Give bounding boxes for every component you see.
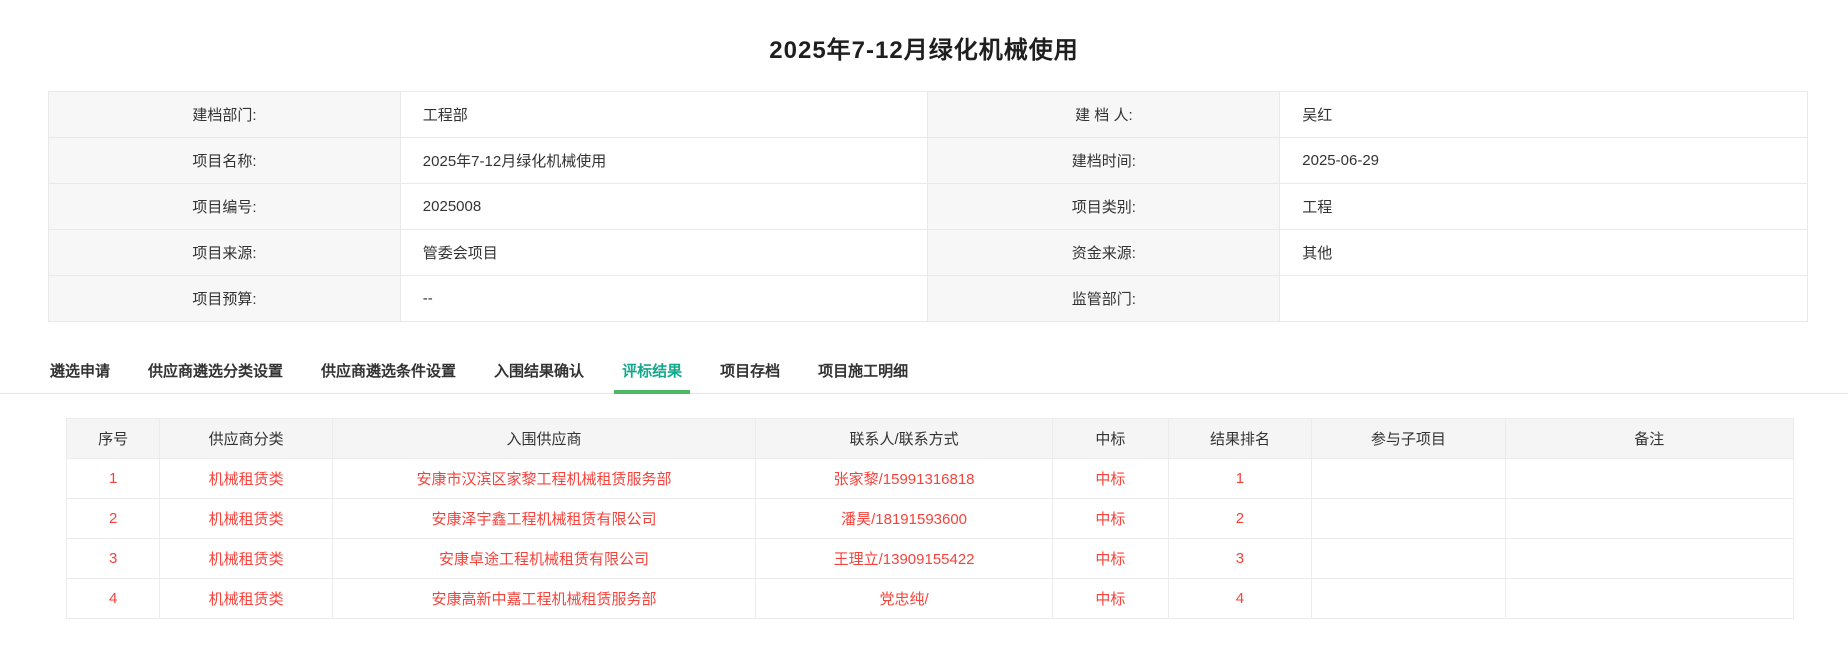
info-value-project-no: 2025008	[400, 184, 928, 230]
cell-subproject	[1312, 579, 1505, 619]
cell-subproject	[1312, 459, 1505, 499]
info-value-project-name: 2025年7-12月绿化机械使用	[400, 138, 928, 184]
tab-shortlist-confirmation[interactable]: 入围结果确认	[492, 352, 586, 393]
cell-contact: 党忠纯/	[756, 579, 1053, 619]
results-table: 序号 供应商分类 入围供应商 联系人/联系方式 中标 结果排名 参与子项目 备注…	[66, 418, 1794, 619]
cell-supplier: 安康市汉滨区家黎工程机械租赁服务部	[332, 459, 755, 499]
info-label-project-no: 项目编号:	[49, 184, 401, 230]
page: 2025年7-12月绿化机械使用 建档部门: 工程部 建 档 人: 吴红 项目名…	[0, 0, 1848, 669]
cell-rank: 3	[1168, 539, 1311, 579]
cell-rank: 2	[1168, 499, 1311, 539]
cell-supplier: 安康泽宇鑫工程机械租赁有限公司	[332, 499, 755, 539]
cell-contact: 张家黎/15991316818	[756, 459, 1053, 499]
col-remark: 备注	[1505, 419, 1793, 459]
tab-bar: 遴选申请 供应商遴选分类设置 供应商遴选条件设置 入围结果确认 评标结果 项目存…	[0, 352, 1848, 394]
col-subproject: 参与子项目	[1312, 419, 1505, 459]
cell-win: 中标	[1053, 579, 1169, 619]
table-row: 4 机械租赁类 安康高新中嘉工程机械租赁服务部 党忠纯/ 中标 4	[67, 579, 1794, 619]
table-row: 1 机械租赁类 安康市汉滨区家黎工程机械租赁服务部 张家黎/1599131681…	[67, 459, 1794, 499]
cell-category: 机械租赁类	[160, 499, 333, 539]
tab-evaluation-results[interactable]: 评标结果	[620, 352, 684, 393]
info-value-budget: --	[400, 276, 928, 322]
cell-supplier: 安康卓途工程机械租赁有限公司	[332, 539, 755, 579]
page-title: 2025年7-12月绿化机械使用	[0, 0, 1848, 65]
info-label-category: 项目类别:	[928, 184, 1280, 230]
info-value-funding: 其他	[1280, 230, 1808, 276]
tab-project-archive[interactable]: 项目存档	[718, 352, 782, 393]
info-row: 项目来源: 管委会项目 资金来源: 其他	[49, 230, 1808, 276]
info-value-create-time: 2025-06-29	[1280, 138, 1808, 184]
info-row: 建档部门: 工程部 建 档 人: 吴红	[49, 92, 1808, 138]
cell-category: 机械租赁类	[160, 539, 333, 579]
cell-category: 机械租赁类	[160, 459, 333, 499]
table-header-row: 序号 供应商分类 入围供应商 联系人/联系方式 中标 结果排名 参与子项目 备注	[67, 419, 1794, 459]
info-label-budget: 项目预算:	[49, 276, 401, 322]
cell-subproject	[1312, 539, 1505, 579]
cell-subproject	[1312, 499, 1505, 539]
cell-remark	[1505, 459, 1793, 499]
info-label-funding: 资金来源:	[928, 230, 1280, 276]
col-win: 中标	[1053, 419, 1169, 459]
cell-seq: 4	[67, 579, 160, 619]
info-label-create-time: 建档时间:	[928, 138, 1280, 184]
cell-remark	[1505, 539, 1793, 579]
info-row: 项目名称: 2025年7-12月绿化机械使用 建档时间: 2025-06-29	[49, 138, 1808, 184]
col-seq: 序号	[67, 419, 160, 459]
cell-remark	[1505, 579, 1793, 619]
cell-remark	[1505, 499, 1793, 539]
info-value-dept: 工程部	[400, 92, 928, 138]
project-info-table: 建档部门: 工程部 建 档 人: 吴红 项目名称: 2025年7-12月绿化机械…	[48, 91, 1808, 322]
tab-supplier-category-settings[interactable]: 供应商遴选分类设置	[146, 352, 285, 393]
table-row: 3 机械租赁类 安康卓途工程机械租赁有限公司 王理立/13909155422 中…	[67, 539, 1794, 579]
cell-seq: 2	[67, 499, 160, 539]
info-row: 项目预算: -- 监管部门:	[49, 276, 1808, 322]
info-label-regulator: 监管部门:	[928, 276, 1280, 322]
info-value-category: 工程	[1280, 184, 1808, 230]
cell-win: 中标	[1053, 499, 1169, 539]
info-value-regulator	[1280, 276, 1808, 322]
info-row: 项目编号: 2025008 项目类别: 工程	[49, 184, 1808, 230]
col-contact: 联系人/联系方式	[756, 419, 1053, 459]
cell-seq: 3	[67, 539, 160, 579]
cell-category: 机械租赁类	[160, 579, 333, 619]
cell-win: 中标	[1053, 459, 1169, 499]
tab-construction-details[interactable]: 项目施工明细	[816, 352, 910, 393]
cell-rank: 4	[1168, 579, 1311, 619]
tab-supplier-condition-settings[interactable]: 供应商遴选条件设置	[319, 352, 458, 393]
info-label-project-name: 项目名称:	[49, 138, 401, 184]
col-shortlisted-supplier: 入围供应商	[332, 419, 755, 459]
cell-contact: 王理立/13909155422	[756, 539, 1053, 579]
cell-contact: 潘昊/18191593600	[756, 499, 1053, 539]
cell-win: 中标	[1053, 539, 1169, 579]
info-label-creator: 建 档 人:	[928, 92, 1280, 138]
cell-supplier: 安康高新中嘉工程机械租赁服务部	[332, 579, 755, 619]
cell-rank: 1	[1168, 459, 1311, 499]
col-supplier-category: 供应商分类	[160, 419, 333, 459]
info-label-source: 项目来源:	[49, 230, 401, 276]
table-row: 2 机械租赁类 安康泽宇鑫工程机械租赁有限公司 潘昊/18191593600 中…	[67, 499, 1794, 539]
info-label-dept: 建档部门:	[49, 92, 401, 138]
info-value-source: 管委会项目	[400, 230, 928, 276]
tab-selection-application[interactable]: 遴选申请	[48, 352, 112, 393]
info-value-creator: 吴红	[1280, 92, 1808, 138]
cell-seq: 1	[67, 459, 160, 499]
col-rank: 结果排名	[1168, 419, 1311, 459]
